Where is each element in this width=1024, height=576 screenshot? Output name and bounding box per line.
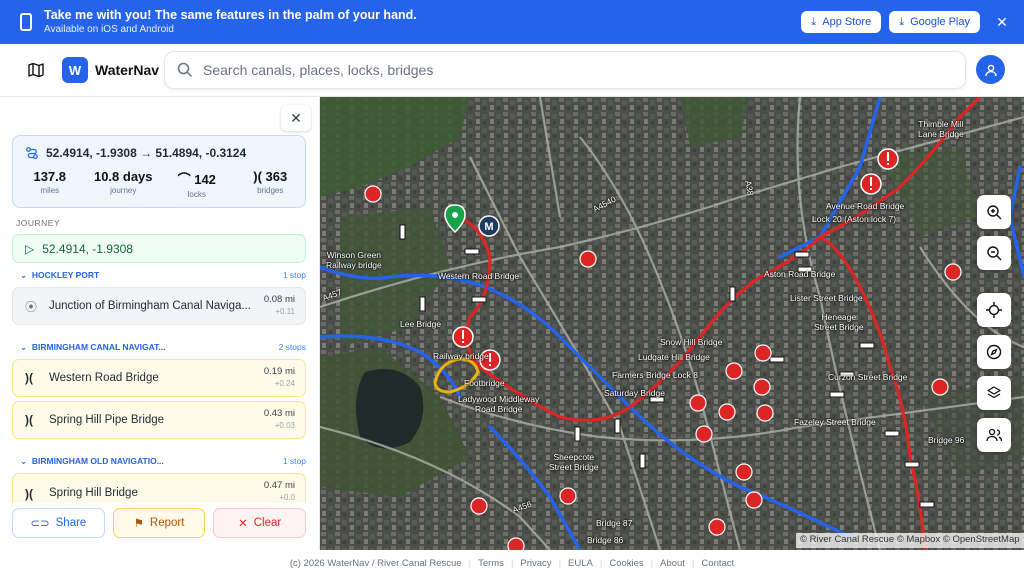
clear-button[interactable]: ✕ Clear <box>213 508 307 538</box>
group-header-birmingham-canal-navigations[interactable]: ⌄ BIRMINGHAM CANAL NAVIGAT... 2 stops <box>20 342 306 353</box>
journey-stop-item[interactable]: )( Western Road Bridge 0.19 mi +0.24 <box>12 359 306 397</box>
link-icon: ⊂⊃ <box>30 518 50 530</box>
phone-icon <box>20 13 32 31</box>
map-label: Bridge 86 <box>587 535 624 545</box>
map-label: Railway bridge <box>433 351 489 361</box>
layers-icon <box>987 386 1001 399</box>
map-label: Bridge 87 <box>596 518 633 528</box>
lock-icon: ⌒ <box>177 172 191 187</box>
footer-copyright: (c) 2026 WaterNav / River Canal Rescue <box>289 557 462 569</box>
play-icon: ▷ <box>25 241 35 256</box>
map-label: Avenue Road Bridge <box>826 201 905 211</box>
map-view[interactable]: M Winson Green Railway bridge Western Roa… <box>320 97 1024 550</box>
map-label: Farmers Bridge Lock 8 <box>612 370 698 380</box>
download-icon: ⤓ <box>811 15 817 28</box>
share-button[interactable]: ⊂⊃ Share <box>12 508 105 538</box>
close-icon: ✕ <box>238 518 248 530</box>
search-bar[interactable] <box>164 51 966 89</box>
footer-link-terms[interactable]: Terms <box>478 558 504 569</box>
search-icon <box>177 62 193 78</box>
banner-subtitle: Available on iOS and Android <box>44 24 174 35</box>
map-label: Lister Street Bridge <box>790 293 863 303</box>
footer-link-cookies[interactable]: Cookies <box>609 558 643 569</box>
chevron-down-icon: ⌄ <box>20 456 28 466</box>
banner-title: Take me with you! The same features in t… <box>44 8 417 22</box>
route-coordinates: 52.4914, -1.9308 → 51.4894, -0.3124 <box>46 146 247 160</box>
map-label: Fazeley Street Bridge <box>794 417 876 427</box>
route-summary-card: 52.4914, -1.9308 → 51.4894, -0.3124 137.… <box>12 135 306 208</box>
zoom-out-icon <box>987 246 1002 261</box>
locate-me-button[interactable] <box>977 293 1011 327</box>
footer-link-contact[interactable]: Contact <box>701 558 734 569</box>
stat-miles: 137.8 miles <box>33 169 67 195</box>
map-attribution[interactable]: © River Canal Rescue © Mapbox © OpenStre… <box>796 533 1024 548</box>
route-icon <box>26 147 38 159</box>
zoom-in-button[interactable] <box>977 195 1011 229</box>
map-label: Thimble Mill Lane Bridge <box>918 119 964 139</box>
location-pin-icon: ⦿ <box>25 299 38 314</box>
download-icon: ⤓ <box>899 15 905 28</box>
journey-stop-item[interactable]: )( Spring Hill Pipe Bridge 0.43 mi +0.03 <box>12 401 306 439</box>
map-label: Lee Bridge <box>400 319 442 329</box>
bridge-icon: )( <box>25 371 33 385</box>
layers-button[interactable] <box>977 376 1011 410</box>
chevron-down-icon: ⌄ <box>20 270 28 280</box>
crosshair-icon <box>986 302 1002 318</box>
chevron-down-icon: ⌄ <box>20 342 28 352</box>
map-label: Saturday Bridge <box>604 388 665 398</box>
zoom-in-icon <box>987 205 1002 220</box>
stat-locks: ⌒ 142 locks <box>177 172 216 199</box>
compass-button[interactable] <box>977 335 1011 369</box>
map-label: Winson Green Railway bridge <box>326 250 382 270</box>
top-bar: W WaterNav <box>0 44 1024 97</box>
brand-name: WaterNav <box>95 62 160 78</box>
app-download-banner: Take me with you! The same features in t… <box>0 0 1024 44</box>
journey-stop-item[interactable]: ⦿ Junction of Birmingham Canal Naviga...… <box>12 287 306 325</box>
waternav-logo: W <box>62 57 88 83</box>
users-icon <box>986 428 1002 442</box>
map-label: Ladywood Middleway Road Bridge <box>458 394 540 414</box>
zoom-out-button[interactable] <box>977 236 1011 270</box>
banner-close-button[interactable]: ✕ <box>994 14 1010 31</box>
journey-section-label: JOURNEY <box>16 218 61 228</box>
map-label: Aston Road Bridge <box>764 269 836 279</box>
stat-bridges: )( 363 bridges <box>253 169 288 195</box>
google-play-button[interactable]: ⤓ Google Play <box>889 11 980 33</box>
footer-link-about[interactable]: About <box>660 558 685 569</box>
map-label: Western Road Bridge <box>438 271 520 281</box>
map-label: Snow Hill Bridge <box>660 337 723 347</box>
bridge-icon: )( <box>253 169 262 184</box>
journey-panel: ✕ 52.4914, -1.9308 → 51.4894, -0.3124 13… <box>0 97 320 550</box>
group-header-hockley-port[interactable]: ⌄ HOCKLEY PORT 1 stop <box>20 270 306 281</box>
search-input[interactable] <box>203 62 943 78</box>
footer: (c) 2026 WaterNav / River Canal Rescue | … <box>0 550 1024 576</box>
map-label: Heneage Street Bridge <box>814 312 864 332</box>
flag-icon: ⚑ <box>133 518 144 530</box>
map-label: Sheepcote Street Bridge <box>549 452 599 472</box>
user-icon <box>984 64 997 76</box>
map-label: Bridge 96 <box>928 435 965 445</box>
group-header-birmingham-old-navigations[interactable]: ⌄ BIRMINGHAM OLD NAVIGATIO... 1 stop <box>20 456 306 467</box>
app-store-button[interactable]: ⤓ App Store <box>801 11 882 33</box>
bridge-icon: )( <box>25 413 33 427</box>
svg-text:M: M <box>484 221 493 233</box>
panel-close-button[interactable]: ✕ <box>281 105 311 131</box>
map-toggle-icon[interactable] <box>28 63 44 77</box>
report-button[interactable]: ⚑ Report <box>112 508 206 538</box>
community-button[interactable] <box>977 418 1011 452</box>
user-avatar-button[interactable] <box>976 55 1005 84</box>
bridge-icon: )( <box>25 487 33 501</box>
map-label: Lock 20 (Aston lock 7) <box>812 214 897 224</box>
footer-link-eula[interactable]: EULA <box>568 558 593 569</box>
journey-stop-item[interactable]: )( Spring Hill Bridge 0.47 mi +0.0 <box>12 473 306 503</box>
journey-start-point[interactable]: ▷ 52.4914, -1.9308 <box>12 234 306 263</box>
map-label: Ludgate Hill Bridge <box>638 352 710 362</box>
map-label: Curzon Street Bridge <box>828 372 908 382</box>
compass-icon <box>986 344 1002 360</box>
footer-link-privacy[interactable]: Privacy <box>520 558 551 569</box>
map-label: Footbridge <box>464 378 505 388</box>
stat-journey: 10.8 days journey <box>93 169 153 195</box>
journey-actions: ⊂⊃ Share ⚑ Report ✕ Clear <box>12 508 307 538</box>
